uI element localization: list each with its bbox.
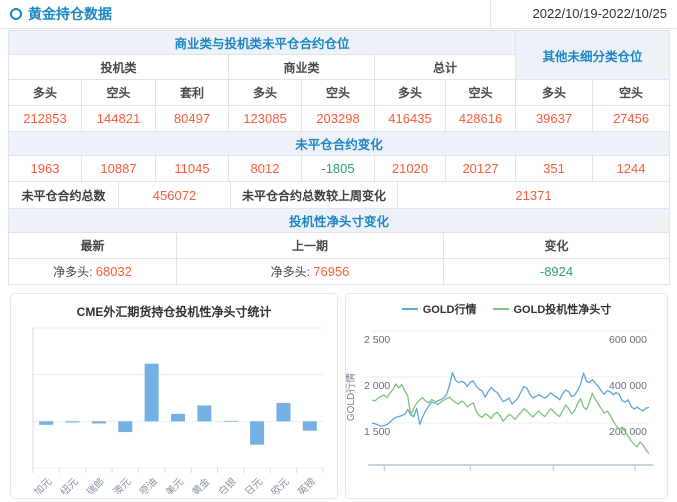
net-change-cell: -8924 <box>444 259 670 285</box>
svg-text:1 500: 1 500 <box>364 426 390 438</box>
col-header: 空头 <box>593 80 670 106</box>
net-prev-cell: 净多头: 76956 <box>177 259 444 285</box>
position-value: 80497 <box>156 106 229 132</box>
legend-label-net-position: GOLD投机性净头寸 <box>514 301 612 317</box>
change-value: 1244 <box>593 156 670 182</box>
group-header-left: 商业类与投机类未平仓合约仓位 <box>9 31 516 55</box>
net-position-table: 投机性净头寸变化 最新 上一期 变化 净多头: 68032 净多头: 76956… <box>8 208 670 285</box>
total-change-label: 未平仓合约总数较上周变化 <box>231 182 398 209</box>
legend-item-gold-price: GOLD行情 <box>402 301 477 317</box>
position-value: 416435 <box>375 106 446 132</box>
net-change-value: -8924 <box>540 264 573 279</box>
svg-text:2 500: 2 500 <box>364 334 390 346</box>
svg-text:400 000: 400 000 <box>609 380 647 392</box>
svg-text:原油: 原油 <box>136 475 159 494</box>
svg-text:加元: 加元 <box>32 476 55 494</box>
svg-text:黄金: 黄金 <box>189 475 212 494</box>
change-value: 8012 <box>229 156 302 182</box>
page-title-text: 黄金持仓数据 <box>28 4 112 24</box>
change-value: 351 <box>516 156 593 182</box>
net-col-latest: 最新 <box>9 233 177 259</box>
positions-table: 商业类与投机类未平仓合约仓位 其他未细分类仓位 投机类 商业类 总计 多头 空头… <box>8 30 669 285</box>
change-value: 21020 <box>375 156 446 182</box>
change-value: 20127 <box>446 156 516 182</box>
position-value: 203298 <box>302 106 375 132</box>
bar-chart-plot: 加元纽元瑞郎澳元原油美元黄金白银日元欧元英镑 <box>11 320 337 494</box>
cme-net-position-bar-chart: CME外汇期货持仓投机性净头寸统计 加元纽元瑞郎澳元原油美元黄金白银日元欧元英镑 <box>10 293 338 499</box>
net-latest-value: 68032 <box>96 264 132 279</box>
positions-grid: 商业类与投机类未平仓合约仓位 其他未细分类仓位 投机类 商业类 总计 多头 空头… <box>8 30 670 182</box>
position-value: 212853 <box>9 106 82 132</box>
svg-text:日元: 日元 <box>243 476 265 494</box>
net-col-change: 变化 <box>444 233 670 259</box>
col-header: 套利 <box>156 80 229 106</box>
gold-price-netposition-line-chart: GOLD行情 GOLD投机性净头寸 2 500 600 000 2 000 400 0… <box>345 293 668 499</box>
col-header: 空头 <box>302 80 375 106</box>
gold-price-line-swatch <box>402 308 418 310</box>
svg-text:美元: 美元 <box>163 475 186 494</box>
position-value: 428616 <box>446 106 516 132</box>
svg-text:白银: 白银 <box>216 475 239 494</box>
svg-text:欧元: 欧元 <box>269 476 292 494</box>
col-header: 多头 <box>516 80 593 106</box>
svg-text:2 000: 2 000 <box>364 380 390 392</box>
net-col-previous: 上一期 <box>177 233 444 259</box>
col-header: 多头 <box>9 80 82 106</box>
col-header: 多头 <box>229 80 302 106</box>
subgroup-commercial: 商业类 <box>229 55 375 80</box>
page-header: 黄金持仓数据 2022/10/19-2022/10/25 <box>0 0 677 29</box>
line-chart-plot: 2 500600 0002 000400 0001 500200 000GOLD… <box>346 317 667 485</box>
position-value: 39637 <box>516 106 593 132</box>
col-header: 空头 <box>82 80 156 106</box>
position-value: 123085 <box>229 106 302 132</box>
change-value: 10887 <box>82 156 156 182</box>
legend-label-gold-price: GOLD行情 <box>423 301 477 317</box>
col-header: 多头 <box>375 80 446 106</box>
position-value: 144821 <box>82 106 156 132</box>
net-latest-prefix: 净多头: <box>53 265 92 279</box>
col-header: 空头 <box>446 80 516 106</box>
group-header-right: 其他未细分类仓位 <box>516 31 670 80</box>
svg-text:瑞郎: 瑞郎 <box>84 475 107 494</box>
svg-text:600 000: 600 000 <box>609 334 647 346</box>
svg-text:澳元: 澳元 <box>110 475 133 494</box>
section-header-change: 未平仓合约变化 <box>9 132 670 156</box>
net-prev-prefix: 净多头: <box>271 265 310 279</box>
svg-text:纽元: 纽元 <box>57 475 80 494</box>
net-latest-cell: 净多头: 68032 <box>9 259 177 285</box>
subgroup-total: 总计 <box>375 55 516 80</box>
total-change-value: 21371 <box>398 182 670 209</box>
legend-item-net-position: GOLD投机性净头寸 <box>493 301 612 317</box>
subgroup-speculative: 投机类 <box>9 55 229 80</box>
bullet-circle-icon <box>10 8 22 20</box>
section-header-net: 投机性净头寸变化 <box>9 209 670 233</box>
position-value: 27456 <box>593 106 670 132</box>
page-title: 黄金持仓数据 <box>10 4 112 24</box>
svg-text:GOLD行情: GOLD行情 <box>346 373 357 421</box>
date-range: 2022/10/19-2022/10/25 <box>490 0 677 28</box>
change-value: 1963 <box>9 156 82 182</box>
change-value: 11045 <box>156 156 229 182</box>
net-prev-value: 76956 <box>313 264 349 279</box>
line-chart-legend: GOLD行情 GOLD投机性净头寸 <box>346 301 667 317</box>
svg-text:英镑: 英镑 <box>295 475 318 494</box>
change-value: -1805 <box>302 156 375 182</box>
total-label: 未平仓合约总数 <box>9 182 119 209</box>
net-position-line-swatch <box>493 308 509 310</box>
bar-chart-title: CME外汇期货持仓投机性净头寸统计 <box>11 303 337 320</box>
total-value: 456072 <box>119 182 231 209</box>
totals-row: 未平仓合约总数 456072 未平仓合约总数较上周变化 21371 <box>8 181 670 209</box>
